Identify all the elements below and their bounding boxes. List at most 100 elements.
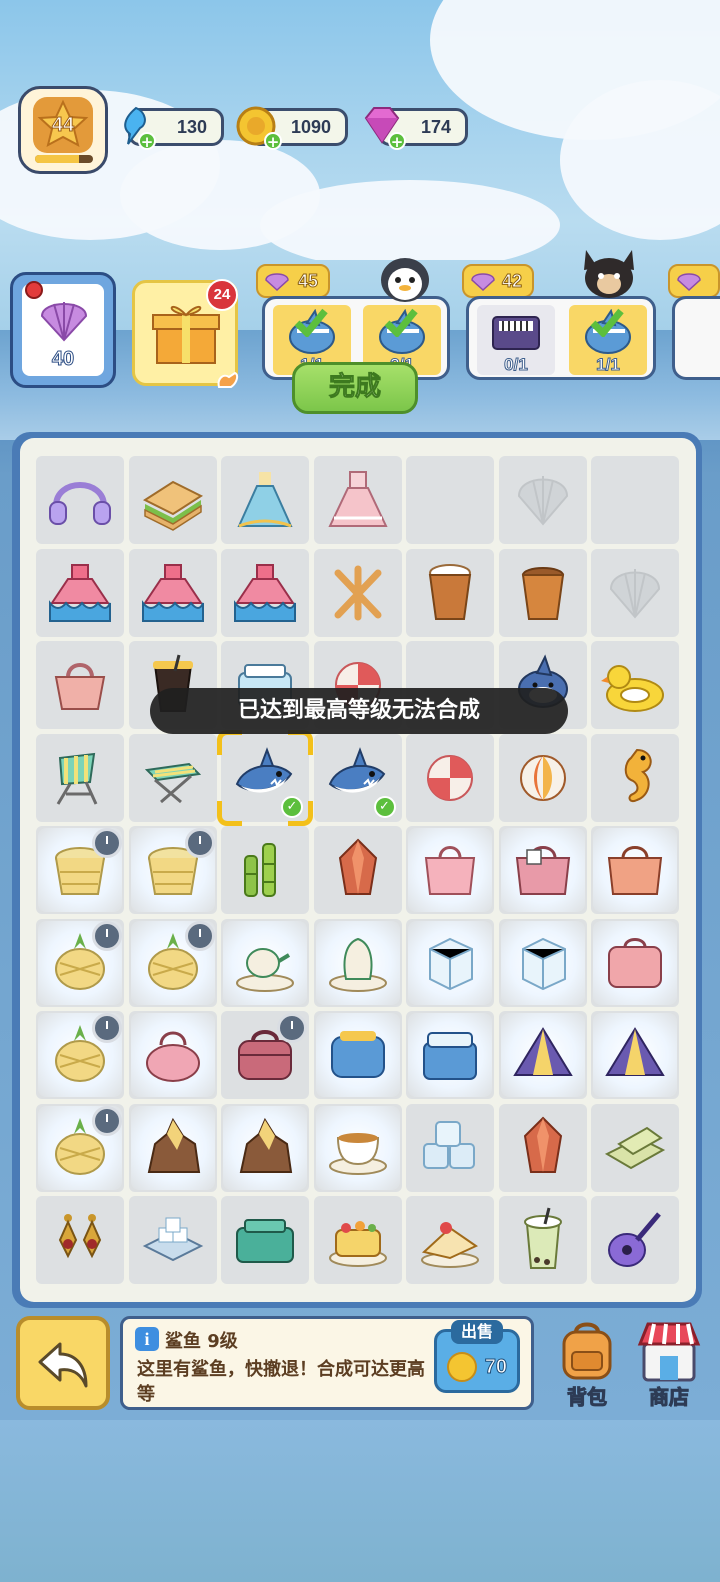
order-card-partial[interactable] [672, 296, 720, 380]
add-gems-button[interactable]: + [388, 132, 406, 150]
board-cell[interactable] [406, 548, 494, 637]
board-cell[interactable] [313, 548, 402, 637]
shop-button[interactable]: 商店 [630, 1318, 708, 1410]
backpack-button[interactable]: 背包 [548, 1318, 626, 1410]
seashell-icon [471, 273, 495, 292]
board-cell[interactable] [498, 733, 587, 822]
player-level-badge[interactable]: 44 [18, 86, 108, 174]
seashell-icon [40, 302, 88, 342]
board-cell[interactable] [591, 641, 679, 729]
crystal-rock-icon [147, 1117, 200, 1173]
shell-collection-card[interactable]: 40 [10, 272, 116, 388]
seashell-icon [677, 273, 701, 292]
board-cell[interactable] [128, 456, 217, 544]
board-cell[interactable] [221, 918, 309, 1007]
board-cell[interactable] [221, 1196, 309, 1284]
peppermint-candy-icon [427, 754, 473, 801]
board-cell[interactable] [128, 1103, 217, 1192]
order-card[interactable]: 0/1 1/1 [466, 296, 656, 380]
add-coins-button[interactable]: + [264, 132, 282, 150]
board-cell[interactable] [591, 733, 679, 822]
complete-order-button[interactable]: 完成 [292, 362, 418, 414]
board-cell[interactable] [406, 918, 494, 1007]
board-cell[interactable] [591, 1196, 679, 1284]
board-cell[interactable] [221, 456, 309, 544]
board-cell[interactable] [128, 733, 217, 822]
seahorse-icon [624, 748, 652, 802]
bottom-sea [0, 1420, 720, 1582]
board-cell[interactable] [313, 918, 402, 1007]
board-cell[interactable] [221, 1103, 309, 1192]
board-cell[interactable] [36, 1103, 124, 1192]
board-cell[interactable] [498, 548, 587, 637]
board-cell[interactable] [498, 826, 587, 914]
board-cell[interactable] [221, 1011, 309, 1099]
board-cell[interactable] [406, 733, 494, 822]
item-description: 这里有鲨鱼，快撤退！合成可达更高等 [137, 1359, 425, 1405]
board-cell[interactable] [313, 1011, 402, 1099]
board-cell[interactable] [313, 1103, 402, 1192]
beach-ball-icon [519, 754, 566, 801]
board-cell[interactable]: ✓ [313, 733, 402, 822]
board-cell[interactable] [591, 1011, 679, 1099]
board-cell[interactable] [128, 918, 217, 1007]
seashell-icon [265, 273, 289, 292]
board-cell[interactable] [221, 826, 309, 914]
board-cell[interactable] [498, 1011, 587, 1099]
board-cell[interactable] [313, 826, 402, 914]
order-item-count: 0/1 [504, 355, 529, 375]
star-icon: 44 [33, 97, 93, 153]
board-cell[interactable] [591, 1103, 679, 1192]
board-cell[interactable] [128, 548, 217, 637]
board-cell[interactable] [498, 918, 587, 1007]
coin-icon [447, 1352, 477, 1382]
gift-count-badge: 24 [206, 279, 238, 311]
board-cell[interactable] [406, 1103, 494, 1192]
sandwich-icon [142, 480, 203, 531]
order-item-slot: 0/1 [477, 305, 555, 375]
board-cell[interactable] [313, 456, 402, 544]
board-cell[interactable] [36, 1196, 124, 1284]
shell-placeholder-icon [517, 476, 568, 526]
board-cell[interactable] [128, 1196, 217, 1284]
timer-icon [92, 1013, 122, 1043]
board-cell[interactable] [36, 918, 124, 1007]
board-cell[interactable] [406, 1011, 494, 1099]
board-cell[interactable] [406, 456, 494, 544]
board-cell[interactable] [36, 733, 124, 822]
board-cell[interactable] [406, 826, 494, 914]
board-cell[interactable] [498, 1196, 587, 1284]
board-cell[interactable] [36, 548, 124, 637]
add-energy-button[interactable]: + [138, 132, 156, 150]
board-cell[interactable] [591, 918, 679, 1007]
board-cell[interactable] [591, 548, 679, 637]
energy-value: 130 [176, 116, 207, 137]
info-icon[interactable]: i [135, 1327, 159, 1351]
backpack-label: 背包 [567, 1385, 608, 1410]
board-cell[interactable] [128, 826, 217, 914]
tea-set-icon [328, 937, 387, 992]
teacup-icon [328, 1132, 387, 1175]
board-cell[interactable] [221, 548, 309, 637]
board-cell[interactable] [36, 456, 124, 544]
board-cell[interactable] [128, 1011, 217, 1099]
board-cell[interactable] [36, 826, 124, 914]
board-cell[interactable] [498, 1103, 587, 1192]
tea-cup-icon [521, 566, 564, 620]
board-cell[interactable] [591, 456, 679, 544]
checkmark-icon [294, 308, 328, 337]
undo-button[interactable] [16, 1316, 110, 1410]
sell-label: 出售 [451, 1320, 503, 1344]
board-cell[interactable] [498, 456, 587, 544]
board-cell[interactable] [313, 1196, 402, 1284]
board-cell[interactable] [36, 641, 124, 729]
order-item-slot: 1/1 [569, 305, 647, 375]
item-name-level: 鲨鱼 9级 [165, 1331, 238, 1352]
shop-label: 商店 [649, 1385, 690, 1410]
board-cell[interactable] [591, 826, 679, 914]
order-reward-tag: 42 [462, 264, 534, 298]
accordion-icon [492, 316, 540, 350]
board-cell[interactable]: ✓ [217, 729, 313, 826]
board-cell[interactable] [36, 1011, 124, 1099]
board-cell[interactable] [406, 1196, 494, 1284]
